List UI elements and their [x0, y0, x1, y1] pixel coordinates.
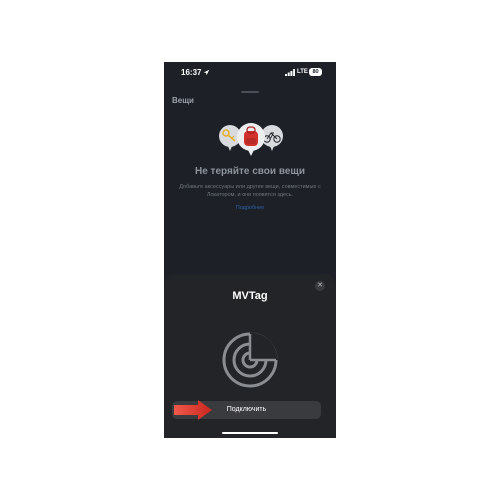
status-bar: 16:37 LTE 80	[164, 62, 336, 84]
phone-screen: 16:37 LTE 80 Вещи Не теряйте свои вещи Д…	[164, 62, 336, 438]
items-illustration-icon	[219, 123, 283, 156]
location-arrow-icon	[203, 69, 210, 76]
radar-icon	[222, 332, 278, 388]
signal-bars-icon	[285, 69, 295, 76]
network-type: LTE	[297, 69, 308, 75]
learn-more-link[interactable]: Подробнее	[164, 205, 336, 211]
empty-state-description: Добавьте аксессуары или другие вещи, сов…	[179, 184, 321, 198]
sheet-title: MVTag	[232, 290, 268, 302]
close-icon[interactable]: ✕	[315, 281, 325, 291]
annotation-arrow-icon	[174, 400, 212, 420]
empty-state-title: Не теряйте свои вещи	[195, 166, 305, 177]
sheet-grabber[interactable]	[241, 91, 259, 93]
section-title: Вещи	[172, 96, 194, 105]
battery-icon: 80	[309, 68, 322, 76]
home-indicator[interactable]	[222, 432, 278, 434]
status-time: 16:37	[181, 68, 202, 77]
